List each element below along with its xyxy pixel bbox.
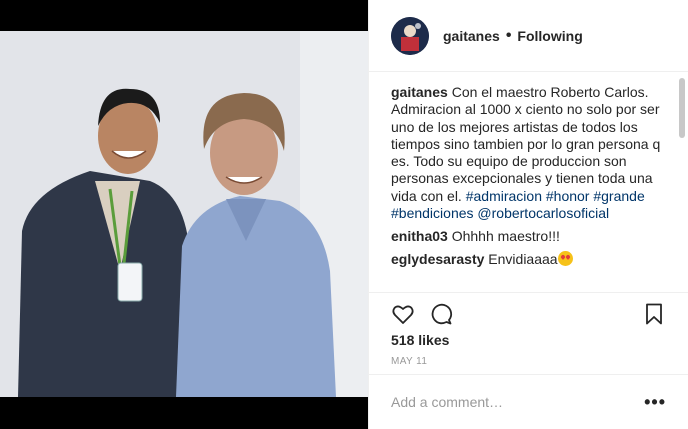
caption-text: Con el maestro Roberto Carlos. Admiracio… (391, 84, 661, 204)
comments-list[interactable]: gaitanes Con el maestro Roberto Carlos. … (369, 72, 688, 290)
following-button[interactable]: Following (517, 28, 582, 44)
comments-scrollbar[interactable] (679, 78, 685, 138)
add-comment-bar: ••• (369, 374, 688, 429)
post-date[interactable]: MAY 11 (391, 356, 427, 367)
avatar[interactable] (391, 16, 429, 55)
comment-button[interactable] (429, 302, 453, 326)
heart-eyes-emoji-icon (557, 251, 573, 267)
bookmark-icon (646, 303, 662, 324)
mention-robertocarlosoficial[interactable]: @robertocarlosoficial (477, 205, 609, 221)
save-button[interactable] (642, 302, 666, 326)
comment-username[interactable]: eglydesarasty (391, 251, 484, 267)
comment-username[interactable]: enitha03 (391, 228, 448, 244)
more-options-icon[interactable]: ••• (644, 392, 666, 413)
header-username[interactable]: gaitanes (443, 28, 500, 44)
header-separator: • (505, 26, 512, 44)
post-caption: gaitanes Con el maestro Roberto Carlos. … (391, 84, 666, 222)
instagram-post-view: gaitanes • Following gaitanes Con el mae… (0, 0, 688, 429)
hashtag-grande[interactable]: #grande (593, 188, 644, 204)
hashtag-bendiciones[interactable]: #bendiciones (391, 205, 474, 221)
caption-username[interactable]: gaitanes (391, 84, 448, 100)
post-actions (369, 292, 688, 334)
post-header: gaitanes • Following (369, 0, 688, 72)
hashtag-honor[interactable]: #honor (546, 188, 590, 204)
heart-icon (392, 305, 414, 324)
comment-text: Ohhhh maestro!!! (451, 228, 560, 245)
comment-item: eglydesarasty Envidiaaaa (391, 251, 666, 268)
like-button[interactable] (391, 302, 415, 326)
likes-count[interactable]: 518 likes (391, 332, 449, 348)
post-sidebar: gaitanes • Following gaitanes Con el mae… (368, 0, 688, 429)
hashtag-admiracion[interactable]: #admiracion (466, 188, 542, 204)
comment-item: enitha03 Ohhhh maestro!!! (391, 228, 666, 245)
comment-icon (431, 303, 453, 324)
post-photo[interactable] (0, 31, 368, 397)
add-comment-input[interactable] (391, 394, 645, 410)
comment-text: Envidiaaaa (488, 251, 558, 268)
photo-pane (0, 0, 368, 429)
